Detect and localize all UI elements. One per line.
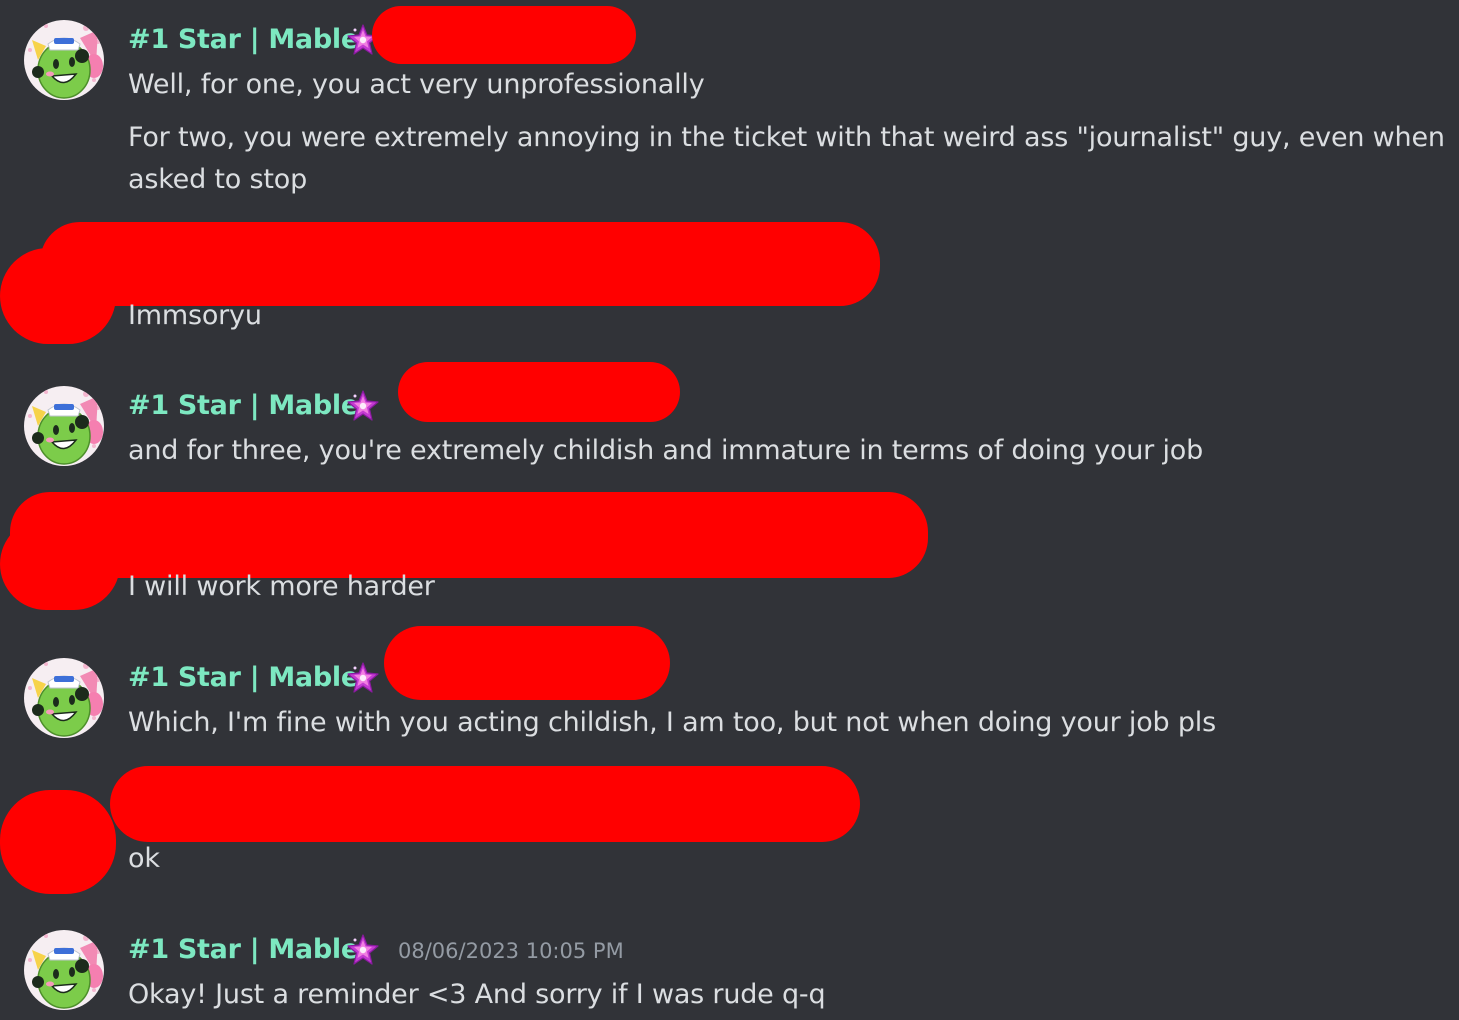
redaction-mark — [0, 790, 116, 894]
avatar-image — [24, 930, 104, 1010]
redaction-mark — [372, 6, 636, 64]
redaction-mark — [384, 626, 670, 700]
message-text: and for three, you're extremely childish… — [128, 435, 1204, 466]
message-text: Okay! Just a reminder <3 And sorry if I … — [128, 979, 826, 1010]
message-text: ok — [128, 843, 160, 874]
avatar[interactable] — [24, 386, 104, 466]
redaction-mark — [110, 766, 860, 842]
avatar-image — [24, 658, 104, 738]
redaction-mark — [40, 222, 880, 306]
star-role-icon[interactable] — [346, 661, 380, 695]
avatar-image — [24, 386, 104, 466]
avatar[interactable] — [24, 658, 104, 738]
message-timestamp[interactable]: 08/06/2023 10:05 PM — [398, 933, 624, 969]
star-role-icon[interactable] — [346, 933, 380, 967]
message-text: Well, for one, you act very unprofession… — [128, 69, 705, 100]
username[interactable]: #1 Star | Mable — [128, 22, 359, 58]
message-text: Which, I'm fine with you acting childish… — [128, 707, 1216, 738]
message-text: For two, you were extremely annoying in … — [128, 122, 1445, 195]
chat-log: #1 Star | Mable Well, for one, you act v… — [0, 0, 1459, 1020]
username[interactable]: #1 Star | Mable — [128, 388, 359, 424]
message-text: I will work more harder — [128, 571, 435, 602]
redaction-mark — [398, 362, 680, 422]
avatar-image — [24, 20, 104, 100]
username[interactable]: #1 Star | Mable — [128, 660, 359, 696]
star-role-icon[interactable] — [346, 389, 380, 423]
avatar[interactable] — [24, 20, 104, 100]
username[interactable]: #1 Star | Mable — [128, 932, 359, 968]
avatar[interactable] — [24, 930, 104, 1010]
message-text: Immsoryu — [128, 300, 262, 331]
